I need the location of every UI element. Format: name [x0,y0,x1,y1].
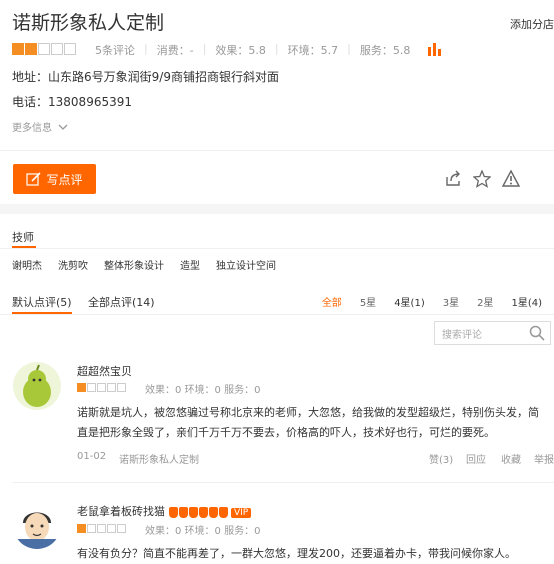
add-shop-link[interactable]: 添加分店 [510,16,554,32]
favorite-button[interactable]: 收藏 [501,451,521,466]
share-icon[interactable] [444,170,462,188]
phone-text: 13808965391 [48,95,132,109]
service-score: 服务：5.8 [359,44,411,57]
filter-5-star[interactable]: 5星 [360,294,376,309]
tab-all-reviews[interactable]: 全部点评(14) [88,294,155,310]
effect-score: 效果：5.8 [215,44,266,57]
review-text: 诺斯就是坑人，被忽悠骗过号称北京来的老师，大忽悠，给我做的发型超级烂，特别伤头发… [77,406,539,439]
chevron-down-icon [58,124,68,130]
phone-row: 电话：13808965391 [12,95,132,109]
shop-title: 诺斯形象私人定制 [12,12,165,34]
technicians-title[interactable]: 技师 [12,229,34,245]
review-scores: 效果：0 环境：0 服务：0 [145,385,261,396]
technician-item[interactable]: 谢明杰 [12,257,42,272]
review-username[interactable]: 超超然宝贝 [77,363,132,379]
write-review-button[interactable]: 写点评 [13,164,96,194]
pencil-icon [26,172,42,186]
review-username[interactable]: 老鼠拿着板砖找猫 VIP [77,503,252,519]
filter-2-star[interactable]: 2星 [477,294,493,309]
address-text: 山东路6号万象润街9/9商铺招商银行斜对面 [48,70,279,84]
filter-4-star[interactable]: 4星(1) [394,294,425,309]
star-icon [51,43,63,55]
star-icon [64,43,76,55]
technician-list: 谢明杰 洗剪吹 整体形象设计 造型 独立设计空间 [12,257,292,272]
shop-meta: 5条评论 | 消费：- | 效果：5.8 | 环境：5.7 | 服务：5.8 [95,42,411,58]
address-row: 地址：山东路6号万象润街9/9商铺招商银行斜对面 [12,70,279,84]
avatar[interactable] [13,501,61,549]
technician-item[interactable]: 洗剪吹 [58,257,88,272]
warning-icon[interactable] [502,170,520,188]
level-badges [168,506,228,518]
review-scores: 效果：0 环境：0 服务：0 [145,526,261,537]
technician-item[interactable]: 独立设计空间 [216,257,276,272]
environment-score: 环境：5.7 [287,44,339,57]
filter-3-star[interactable]: 3星 [443,294,459,309]
technician-item[interactable]: 整体形象设计 [104,257,164,272]
bar-chart-icon[interactable] [428,43,441,56]
review-stars [77,524,126,533]
shop-rating-stars [12,43,76,55]
tab-default-reviews[interactable]: 默认点评(5) [12,294,72,310]
reviews-count[interactable]: 5条评论 [95,42,135,58]
filter-1-star[interactable]: 1星(4) [511,294,542,309]
star-icon [25,43,37,55]
search-placeholder: 搜索评论 [442,330,482,341]
search-icon[interactable] [529,325,545,341]
technician-item[interactable]: 造型 [180,257,200,272]
consumption: 消费：- [156,44,194,57]
avatar[interactable] [13,362,61,410]
star-filters: 全部 5星 4星(1) 3星 2星 1星(4) [304,294,542,309]
review-shop-link[interactable]: 诺斯形象私人定制 [119,451,199,466]
more-info-toggle[interactable]: 更多信息 [12,119,68,134]
review-date: 01-02 [77,451,107,462]
star-outline-icon[interactable] [473,170,491,188]
reply-button[interactable]: 回应 [466,451,486,466]
filter-all[interactable]: 全部 [322,294,342,309]
like-button[interactable]: 赞(3) [429,451,453,466]
review-stars [77,383,126,392]
star-icon [38,43,50,55]
star-icon [12,43,24,55]
review-text: 有没有负分？简直不能再差了，一群大忽悠，理发200，还要逼着办卡，带我问候你家人… [77,547,516,560]
report-button[interactable]: 举报 [534,451,554,466]
vip-badge: VIP [231,508,252,518]
